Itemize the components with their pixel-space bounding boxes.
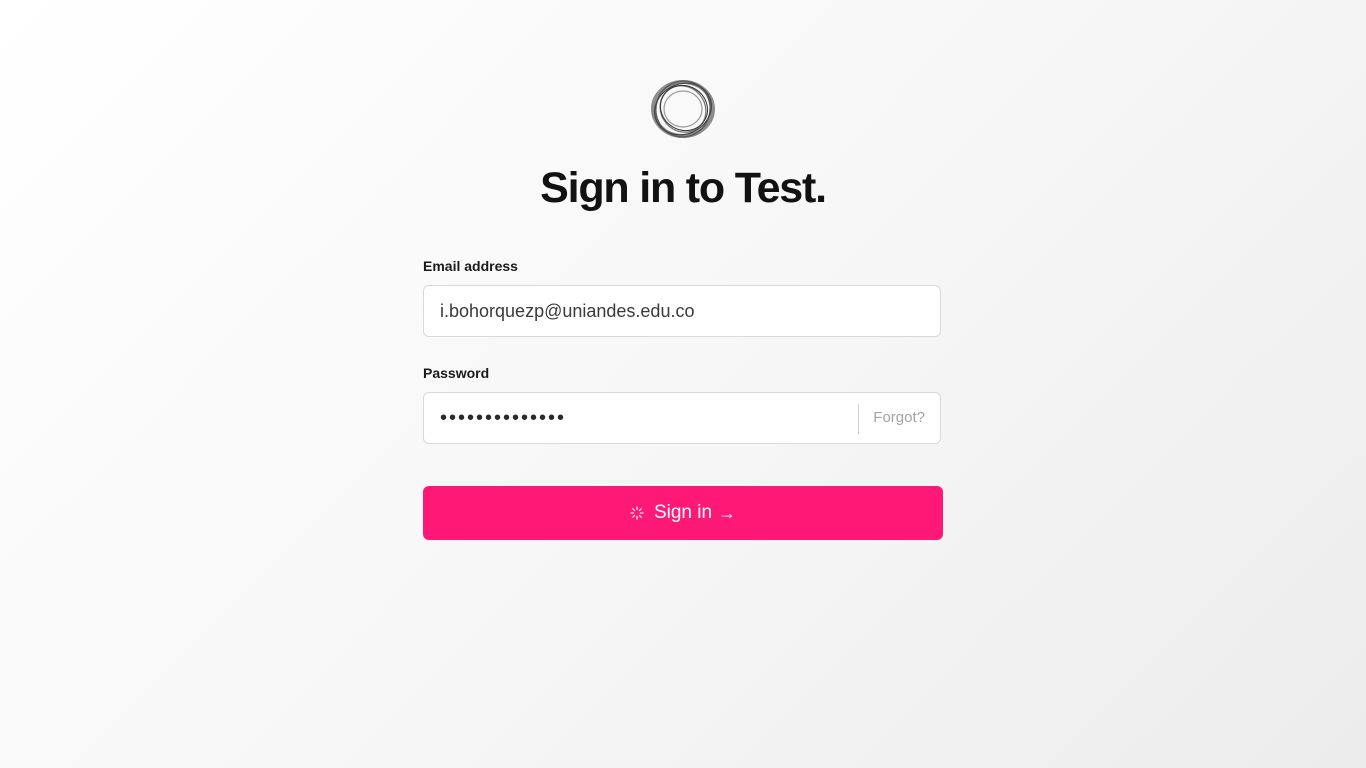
email-label: Email address <box>423 258 518 274</box>
email-field-box[interactable] <box>423 285 941 337</box>
password-field[interactable] <box>440 393 840 443</box>
arrow-right-icon: → <box>718 502 737 523</box>
sign-in-button[interactable]: Sign in → <box>423 486 943 540</box>
spinner-icon <box>630 506 644 520</box>
password-field-box[interactable]: Forgot? <box>423 392 941 444</box>
forgot-password-link[interactable]: Forgot? <box>873 393 925 443</box>
email-field[interactable] <box>440 286 920 336</box>
swirl-ring-logo-icon <box>651 80 715 138</box>
field-divider <box>858 404 859 434</box>
page-title: Sign in to Test. <box>540 164 827 212</box>
sign-in-label: Sign in <box>653 502 713 523</box>
password-label: Password <box>423 365 490 381</box>
